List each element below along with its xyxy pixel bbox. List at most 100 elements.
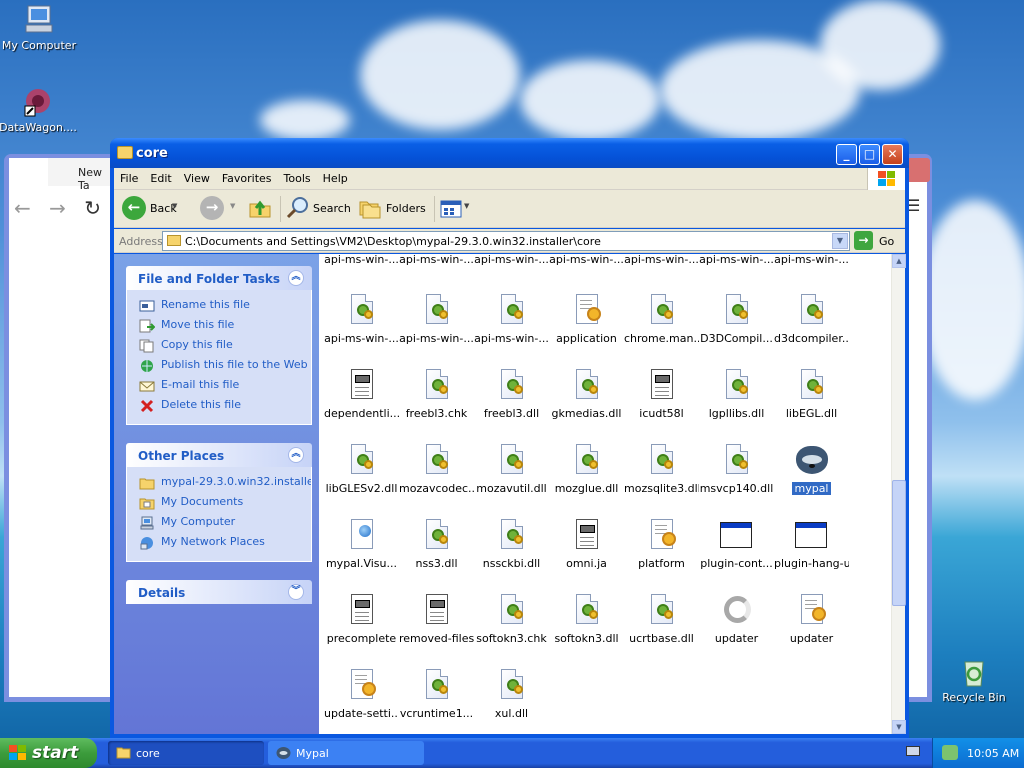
file-item[interactable]: libGLESv2.dll (324, 438, 399, 508)
file-item-partial[interactable]: api-ms-win-... (699, 254, 774, 266)
clock[interactable]: 10:05 AM (967, 747, 1019, 760)
address-input[interactable]: C:\Documents and Settings\VM2\Desktop\my… (162, 231, 850, 251)
file-item[interactable]: nss3.dll (399, 513, 474, 583)
maximize-button[interactable]: □ (859, 144, 880, 165)
title-bar[interactable]: core _ □ ✕ (110, 138, 909, 168)
file-item[interactable]: msvcp140.dll (699, 438, 774, 508)
file-item[interactable]: platform (624, 513, 699, 583)
file-item[interactable]: update-setti... (324, 663, 399, 733)
file-item[interactable]: api-ms-win-... (324, 288, 399, 358)
file-item[interactable]: mozglue.dll (549, 438, 624, 508)
forward-button[interactable]: → ▼ (200, 196, 240, 222)
file-item-partial[interactable]: api-ms-win-... (624, 254, 699, 266)
expand-icon[interactable]: ︾ (288, 584, 304, 600)
file-item[interactable]: dependentli... (324, 363, 399, 433)
file-item[interactable]: nssckbi.dll (474, 513, 549, 583)
collapse-icon[interactable]: ︽ (288, 447, 304, 463)
file-item[interactable]: gkmedias.dll (549, 363, 624, 433)
file-item[interactable]: freebl3.chk (399, 363, 474, 433)
address-dropdown-button[interactable]: ▼ (832, 233, 848, 249)
menu-help[interactable]: Help (317, 168, 354, 185)
file-item[interactable]: plugin-cont... (699, 513, 774, 583)
file-item[interactable]: precomplete (324, 588, 399, 658)
close-button[interactable]: ✕ (882, 144, 903, 165)
task-delete[interactable]: Delete this file (127, 398, 311, 418)
file-item[interactable]: softokn3.chk (474, 588, 549, 658)
file-item[interactable]: plugin-hang-ui (774, 513, 849, 583)
go-button[interactable]: → Go (854, 231, 902, 251)
file-item[interactable]: ucrtbase.dll (624, 588, 699, 658)
task-copy[interactable]: Copy this file (127, 338, 311, 358)
task-rename[interactable]: Rename this file (127, 298, 311, 318)
file-item[interactable]: mypal (774, 438, 849, 508)
menu-edit[interactable]: Edit (144, 168, 177, 185)
minimize-button[interactable]: _ (836, 144, 857, 165)
taskbar-button-mypal[interactable]: Mypal (268, 741, 424, 765)
file-item[interactable]: application (549, 288, 624, 358)
scroll-up-button[interactable]: ▲ (892, 254, 906, 268)
panel-header[interactable]: Other Places ︽ (126, 443, 312, 467)
file-item-partial[interactable]: api-ms-win-... (474, 254, 549, 266)
file-item[interactable]: lgpllibs.dll (699, 363, 774, 433)
chevron-down-icon[interactable]: ▼ (230, 202, 235, 210)
file-item[interactable]: d3dcompiler... (774, 288, 849, 358)
task-publish[interactable]: Publish this file to the Web (127, 358, 311, 378)
task-email[interactable]: E-mail this file (127, 378, 311, 398)
forward-arrow-icon[interactable]: → (49, 196, 66, 220)
scroll-down-button[interactable]: ▼ (892, 720, 906, 734)
file-item-partial[interactable]: api-ms-win-... (549, 254, 624, 266)
desktop-icon-recycle-bin[interactable]: Recycle Bin (934, 656, 1014, 704)
menu-tools[interactable]: Tools (278, 168, 317, 185)
file-item[interactable]: mozavutil.dll (474, 438, 549, 508)
file-item[interactable]: updater (699, 588, 774, 658)
up-folder-button[interactable] (248, 196, 272, 222)
reload-icon[interactable]: ↻ (84, 196, 101, 220)
keyboard-layout-icon[interactable] (906, 746, 920, 756)
place-my-documents[interactable]: My Documents (127, 495, 311, 515)
folders-button[interactable]: Folders (358, 196, 426, 222)
file-item[interactable]: vcruntime1... (399, 663, 474, 733)
place-installer-folder[interactable]: mypal-29.3.0.win32.installe (127, 475, 311, 495)
start-button[interactable]: start (0, 738, 97, 768)
desktop-icon-my-computer[interactable]: My Computer (0, 4, 79, 52)
network-status-icon[interactable] (942, 745, 958, 760)
file-item[interactable]: api-ms-win-... (399, 288, 474, 358)
panel-header[interactable]: Details ︾ (126, 580, 312, 604)
file-item[interactable]: removed-files (399, 588, 474, 658)
vertical-scrollbar[interactable]: ▲ ▼ (891, 254, 906, 734)
file-item[interactable]: updater (774, 588, 849, 658)
file-item[interactable]: omni.ja (549, 513, 624, 583)
file-item[interactable]: icudt58l (624, 363, 699, 433)
menu-view[interactable]: View (178, 168, 216, 185)
file-item[interactable]: softokn3.dll (549, 588, 624, 658)
file-item[interactable]: api-ms-win-... (474, 288, 549, 358)
background-browser-tab[interactable]: New Ta (48, 158, 114, 192)
task-move[interactable]: Move this file (127, 318, 311, 338)
file-list-view[interactable]: api-ms-win-... api-ms-win-... api-ms-win-.… (319, 254, 891, 734)
file-item[interactable]: xul.dll (474, 663, 549, 733)
chevron-down-icon[interactable]: ▼ (172, 202, 177, 210)
file-item-partial[interactable]: api-ms-win-... (774, 254, 849, 266)
place-my-network[interactable]: My Network Places (127, 535, 311, 555)
file-item[interactable]: mozavcodec... (399, 438, 474, 508)
panel-header[interactable]: File and Folder Tasks ︽ (126, 266, 312, 290)
menu-file[interactable]: File (114, 168, 144, 185)
views-button[interactable]: ▼ (440, 196, 476, 222)
file-item-partial[interactable]: api-ms-win-... (399, 254, 474, 266)
file-item[interactable]: freebl3.dll (474, 363, 549, 433)
file-item[interactable]: D3DCompil... (699, 288, 774, 358)
back-arrow-icon[interactable]: ← (14, 196, 31, 220)
taskbar-button-core[interactable]: core (108, 741, 264, 765)
file-item[interactable]: chrome.man... (624, 288, 699, 358)
search-button[interactable]: Search (286, 196, 351, 222)
file-item-partial[interactable]: api-ms-win-... (324, 254, 399, 266)
desktop-icon-datawagon[interactable]: DataWagon.... (0, 86, 78, 134)
menu-favorites[interactable]: Favorites (216, 168, 278, 185)
place-my-computer[interactable]: My Computer (127, 515, 311, 535)
file-item[interactable]: mypal.Visu... (324, 513, 399, 583)
back-button[interactable]: ← Back ▼ (122, 196, 180, 222)
collapse-icon[interactable]: ︽ (288, 270, 304, 286)
background-window-close-button[interactable] (906, 158, 930, 182)
scroll-thumb[interactable] (892, 480, 906, 606)
file-item[interactable]: libEGL.dll (774, 363, 849, 433)
